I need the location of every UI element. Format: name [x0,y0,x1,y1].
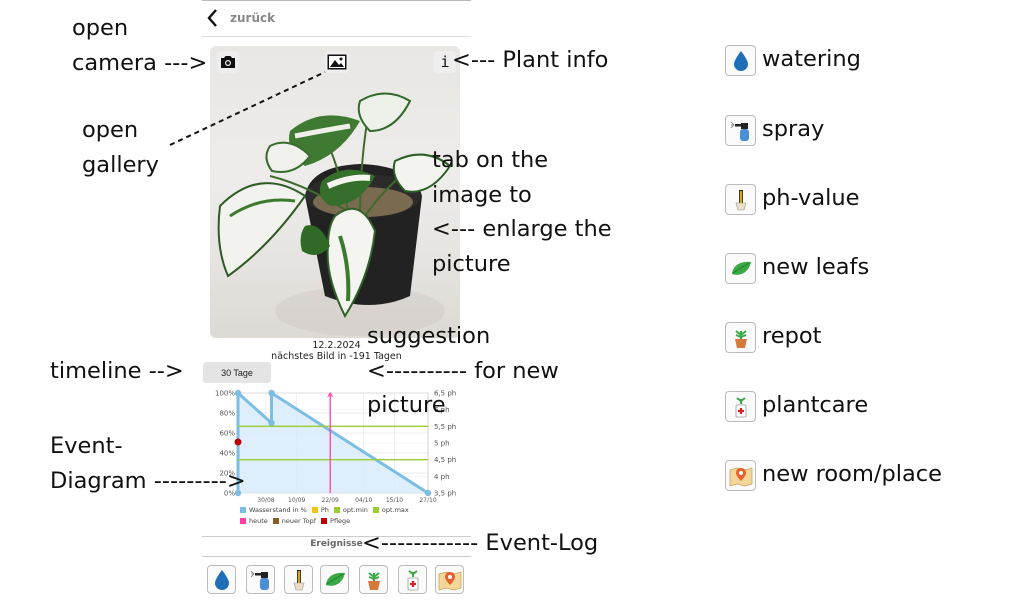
y-right-tick-label: 5,5 ph [434,423,456,431]
back-chevron-icon[interactable] [206,8,220,32]
legend-swatch-optmax [372,507,379,513]
plant-care-icon [735,396,746,417]
annotation-open-gallery: open gallery [82,117,159,178]
legend-swatch-ph [311,507,318,513]
legend-spray-label: spray [762,116,825,142]
potted-plant-icon [367,571,380,590]
leaf-icon [731,261,751,275]
annotation-plant-info: <--- Plant info [452,47,609,73]
legend-swatch-care [321,518,328,524]
legend-plantcare-icon [725,391,756,422]
water-drop-icon [733,50,748,71]
timeline-button[interactable]: 30 Tage [203,362,271,383]
new-leafs-button[interactable] [320,565,349,594]
legend-swatch-optmin [333,507,340,513]
legend-today: heute [249,517,268,525]
map-pin-icon [729,466,752,487]
gallery-icon [327,54,347,70]
watering-button[interactable] [207,565,236,594]
y-right-tick-label: 4 ph [434,473,450,481]
ph-meter-icon [735,189,746,210]
annotation-event-log: <------------ Event-Log [362,530,599,556]
x-tick-label: 15/10 [386,497,403,504]
leaf-icon [325,572,345,586]
new-room-button[interactable] [435,565,464,594]
x-tick-label: 10/09 [288,497,305,504]
water-point [268,419,275,427]
spray-bottle-icon [730,121,749,141]
legend-swatch-today [240,518,246,524]
legend-care: Pflege [330,517,351,525]
legend-ph-label: ph-value [762,185,860,211]
water-point [424,489,432,497]
spray-bottle-icon [250,570,269,590]
ph-value-button[interactable] [284,565,313,594]
legend-newpot: neuer Topf [281,517,317,525]
legend-leaf-icon [725,253,756,284]
annotation-event-diagram: Event- Diagram ---------> [50,433,246,494]
x-tick-label: 27/10 [419,497,436,504]
legend-plantcare-label: plantcare [762,392,869,418]
map-pin-icon [438,570,461,591]
info-icon: i [440,53,450,71]
x-tick-label: 30/08 [257,497,274,504]
camera-icon [221,56,235,68]
y-left-tick-label: 80% [219,410,235,418]
ph-meter-icon [293,569,304,590]
legend-leaf-label: new leafs [762,254,870,280]
water-point [268,389,275,397]
repot-button[interactable] [359,565,388,594]
potted-plant-icon [734,329,747,348]
legend-swatch-newpot [272,518,279,524]
annotation-enlarge: tab on the image to <--- enlarge the pic… [432,147,612,277]
y-left-tick-label: 100% [215,390,235,398]
y-right-tick-label: 5 ph [434,440,450,448]
y-right-tick-label: 3,5 ph [434,490,456,498]
x-tick-label: 04/10 [355,497,372,504]
annotation-suggestion: suggestion <---------- for new picture [367,323,559,418]
water-point [234,389,242,397]
plant-care-icon [407,569,418,590]
annotation-timeline: timeline --> [50,358,184,384]
y-right-tick-label: 4,5 ph [434,456,456,464]
top-divider [202,0,471,1]
legend-swatch-water [240,507,246,513]
water-drop-icon [214,569,229,590]
back-button-label[interactable]: zurück [230,11,275,25]
legend-optmax: opt.max [381,506,409,514]
legend-room-icon [725,460,756,491]
legend-optmin: opt.min [342,506,368,514]
x-tick-label: 22/09 [322,497,339,504]
legend-spray-icon [725,115,756,146]
legend-ph: Ph [320,506,329,514]
legend-repot-icon [725,322,756,353]
gallery-arrow [169,71,326,146]
legend-room-label: new room/place [762,461,942,487]
legend-repot-label: repot [762,323,822,349]
legend-ph-icon [725,184,756,215]
header-divider [202,36,471,37]
legend-watering-label: watering [762,46,861,72]
legend-watering-icon [725,45,756,76]
plantcare-button[interactable] [398,565,427,594]
legend-water: Wasserstand in % [249,506,307,514]
spray-button[interactable] [246,565,275,594]
